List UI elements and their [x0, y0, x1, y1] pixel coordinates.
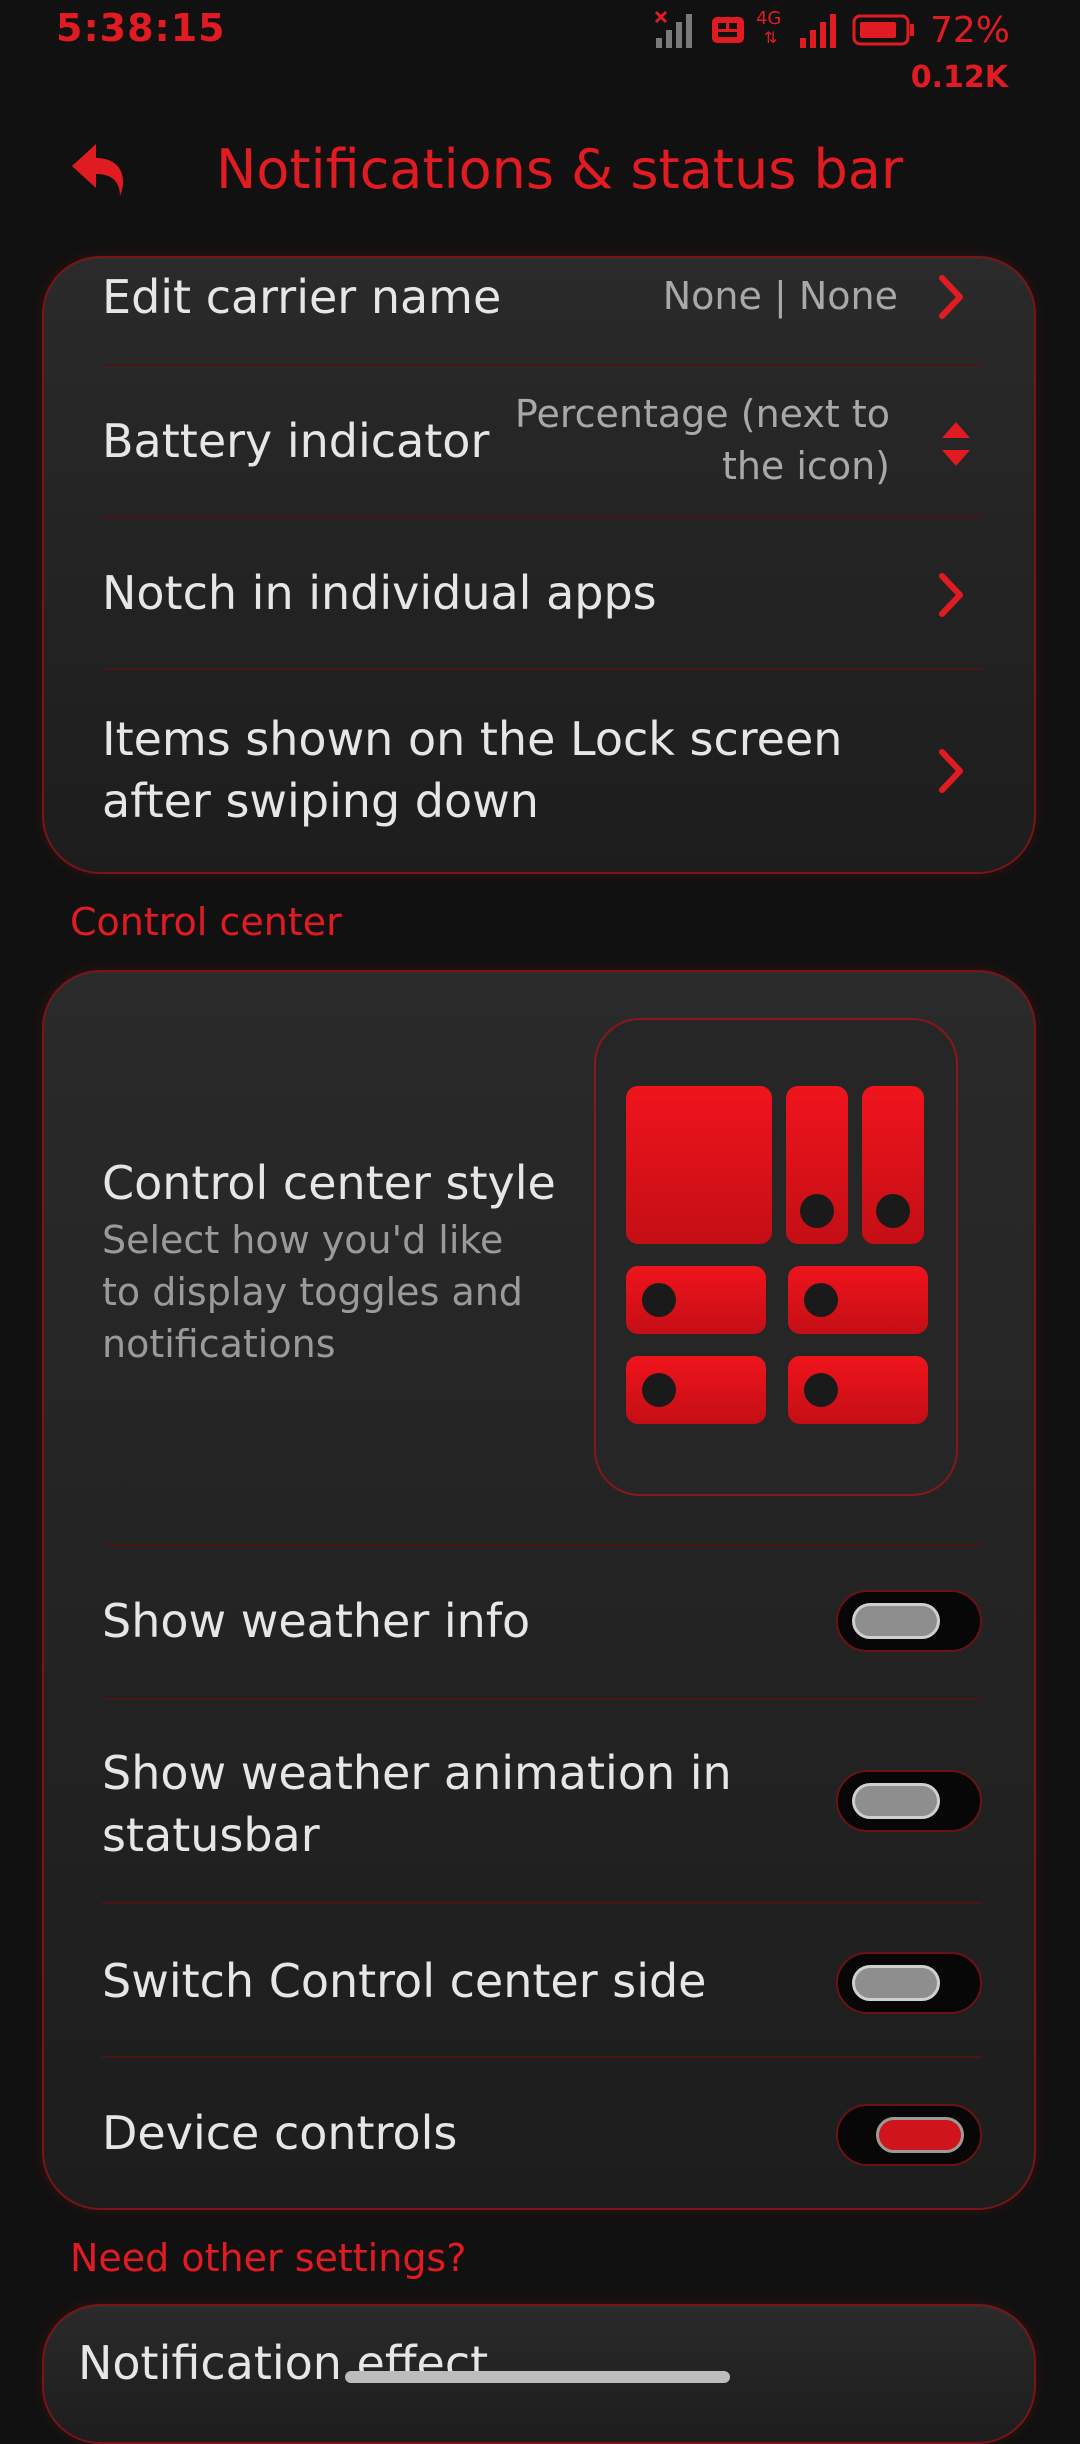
row-description: Select how you'd like to display toggles…: [102, 1218, 523, 1366]
data-arrows-icon: ⇅: [763, 28, 778, 47]
preview-tile-large: [626, 1086, 772, 1244]
notch-in-apps-row[interactable]: Notch in individual apps: [102, 518, 982, 670]
show-weather-info-toggle[interactable]: [836, 1590, 982, 1652]
status-time: 5:38:15: [56, 6, 226, 50]
tile-dot: [642, 1283, 676, 1317]
status-settings-card: Edit carrier name None | None Battery in…: [42, 256, 1036, 874]
control-center-style-text: Control center style Select how you'd li…: [102, 1152, 556, 1370]
home-indicator[interactable]: [345, 2371, 730, 2383]
device-controls-row[interactable]: Device controls: [102, 2058, 982, 2208]
back-arrow-icon: [72, 144, 123, 196]
row-title: Show weather info: [102, 1594, 531, 1648]
switch-side-toggle[interactable]: [836, 1952, 982, 2014]
weather-animation-row[interactable]: Show weather animation in statusbar: [102, 1700, 982, 1904]
app-header: Notifications & status bar: [0, 120, 1080, 220]
tile-dot: [800, 1194, 834, 1228]
network-speed: 0.12K: [910, 60, 1008, 95]
chevron-right-icon: [939, 573, 963, 617]
chevron-right-icon: [939, 275, 963, 319]
row-title: Edit carrier name: [102, 270, 502, 324]
row-title: Battery indicator: [102, 414, 490, 468]
tile-dot: [876, 1194, 910, 1228]
toggle-knob: [852, 1965, 940, 2001]
status-icons: 4G ⇅ 72%: [654, 8, 1010, 52]
show-weather-info-row[interactable]: Show weather info: [102, 1546, 982, 1696]
signal-off-icon: [654, 10, 692, 48]
tile-dot: [804, 1373, 838, 1407]
battery-indicator-row[interactable]: Battery indicator Percentage (next to th…: [102, 366, 982, 518]
row-title: Notification effect: [78, 2336, 489, 2390]
row-title: Control center style: [102, 1156, 556, 1210]
device-controls-toggle[interactable]: [836, 2104, 982, 2166]
row-title: Device controls: [102, 2106, 458, 2160]
lock-screen-items-row[interactable]: Items shown on the Lock screen after swi…: [102, 670, 982, 872]
back-button[interactable]: [66, 136, 136, 206]
spinner-arrows-icon: [942, 422, 970, 466]
control-center-style-preview[interactable]: [594, 1018, 958, 1496]
control-center-card: Control center style Select how you'd li…: [42, 970, 1036, 2210]
preview-tile-tall: [862, 1086, 924, 1244]
switch-control-center-side-row[interactable]: Switch Control center side: [102, 1904, 982, 2056]
tile-dot: [804, 1283, 838, 1317]
weather-animation-toggle[interactable]: [836, 1770, 982, 1832]
toggle-knob: [852, 1783, 940, 1819]
signal-icon: [799, 14, 836, 48]
volte-icon: [711, 17, 744, 43]
preview-tile-wide: [626, 1356, 766, 1424]
battery-icon: [852, 14, 914, 46]
toggle-knob: [852, 1603, 940, 1639]
preview-tile-wide: [788, 1356, 928, 1424]
preview-tile-wide: [626, 1266, 766, 1334]
preview-tile-tall: [786, 1086, 848, 1244]
battery-percent: 72%: [929, 9, 1010, 51]
control-center-section-header: Control center: [70, 900, 342, 944]
network-type-badge: 4G ⇅: [755, 8, 782, 47]
other-settings-section-header: Need other settings?: [70, 2236, 467, 2280]
row-title: Switch Control center side: [102, 1954, 707, 2008]
tile-dot: [642, 1373, 676, 1407]
row-title: Items shown on the Lock screen after swi…: [102, 712, 843, 828]
row-title: Notch in individual apps: [102, 566, 657, 620]
chevron-right-icon: [939, 749, 963, 793]
control-center-style-row[interactable]: Control center style Select how you'd li…: [44, 972, 1034, 1544]
carrier-name-value: None | None: [662, 274, 898, 318]
status-bar: 5:38:15 4G ⇅ 72% 0.12K: [0, 0, 1080, 100]
preview-tile-wide: [788, 1266, 928, 1334]
toggle-knob: [876, 2117, 964, 2153]
row-title: Show weather animation in statusbar: [102, 1746, 732, 1862]
battery-indicator-value: Percentage (next to the icon): [514, 392, 890, 488]
page-title: Notifications & status bar: [216, 138, 904, 201]
edit-carrier-name-row[interactable]: Edit carrier name None | None: [102, 258, 982, 366]
